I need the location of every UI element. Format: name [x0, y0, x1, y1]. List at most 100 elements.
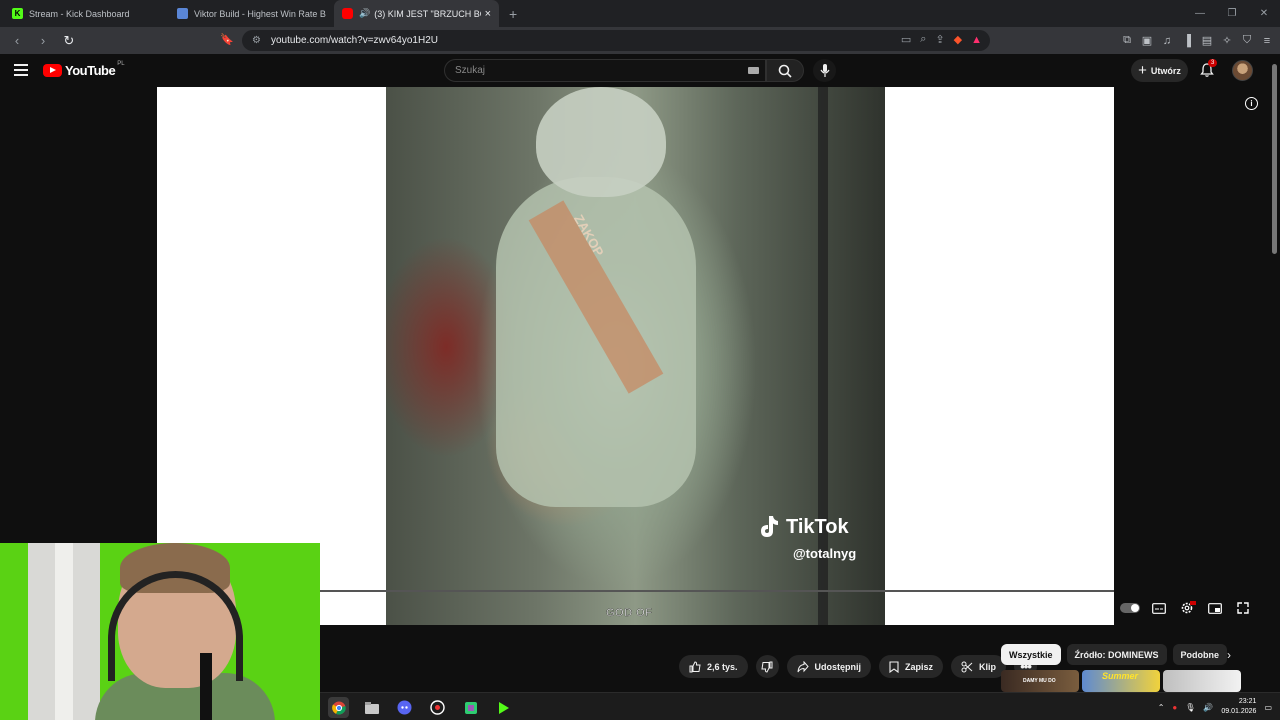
keyboard-icon[interactable] [748, 67, 759, 74]
back-icon[interactable]: ‹ [6, 30, 28, 52]
menu-icon[interactable]: ≡ [1260, 34, 1274, 48]
tiktok-handle: @totalnyg [793, 546, 857, 561]
site-icon [177, 8, 188, 19]
tab-viktor-build[interactable]: Viktor Build - Highest Win Rate Build [169, 0, 334, 27]
settings-gear-icon[interactable] [1178, 600, 1196, 616]
tray-chevron-icon[interactable]: ⌃ [1158, 703, 1165, 712]
maximize-icon[interactable]: ❐ [1216, 0, 1248, 27]
search-icon [778, 64, 792, 78]
fullscreen-icon[interactable] [1234, 600, 1252, 616]
related-thumbnails: DAMY MU DO Summer [1001, 670, 1245, 692]
cast-icon[interactable]: ▭ [901, 33, 911, 46]
scissors-icon [961, 661, 973, 672]
info-icon[interactable]: i [1245, 97, 1258, 110]
forward-icon[interactable]: › [32, 30, 54, 52]
tab-kick-dashboard[interactable]: K Stream - Kick Dashboard [4, 0, 169, 27]
like-button[interactable]: 2,6 tys. [679, 655, 748, 678]
wallet-icon[interactable]: ▤ [1200, 34, 1214, 48]
tab-title: Viktor Build - Highest Win Rate Build [194, 8, 326, 19]
thumbnail-text: Summer [1102, 671, 1139, 681]
taskbar-apps [328, 697, 514, 718]
chip-related[interactable]: Podobne [1172, 644, 1228, 665]
tab-youtube-video[interactable]: 🔊 (3) KIM JEST "BRZUCH BOLI × [334, 0, 499, 27]
bookmark-icon[interactable]: 🔖 [220, 33, 234, 46]
close-tab-icon[interactable]: × [485, 8, 491, 20]
kick-app-icon[interactable] [493, 697, 514, 718]
progress-bar[interactable] [320, 590, 1114, 592]
notification-badge: 3 [1208, 59, 1218, 67]
save-label: Zapisz [905, 661, 934, 672]
extension-icon[interactable]: ⧉ [1120, 34, 1134, 48]
search-button[interactable] [766, 59, 804, 82]
thumbnail-text: DAMY MU DO [1023, 678, 1056, 684]
share-icon[interactable]: ⇪ [935, 33, 944, 46]
tray-app-icon[interactable]: ● [1172, 703, 1177, 712]
subtitles-icon[interactable] [1150, 600, 1168, 616]
speaker-icon[interactable]: 🔊 [359, 8, 370, 19]
clock[interactable]: 23:21 09.01.2026 [1221, 697, 1256, 717]
autoplay-toggle[interactable] [1120, 603, 1140, 613]
tiktok-watermark: TikTok [756, 514, 849, 540]
plus-icon: + [1138, 62, 1147, 79]
scrollbar-thumb[interactable] [1272, 64, 1277, 254]
ai-icon[interactable]: ✧ [1220, 34, 1234, 48]
music-icon[interactable]: ♫ [1160, 34, 1174, 48]
file-explorer-icon[interactable] [361, 697, 382, 718]
guide-menu-icon[interactable] [14, 64, 28, 76]
chip-source[interactable]: Źródło: DOMINEWS [1066, 644, 1167, 665]
tab-title: Stream - Kick Dashboard [29, 8, 130, 19]
reload-icon[interactable]: ↻ [58, 30, 80, 52]
discord-icon[interactable] [394, 697, 415, 718]
thumbs-up-icon [689, 660, 701, 672]
related-video-thumbnail[interactable]: DAMY MU DO [1001, 670, 1079, 692]
chip-all[interactable]: Wszystkie [1001, 644, 1061, 665]
miniplayer-icon[interactable] [1206, 600, 1224, 616]
clock-date: 09.01.2026 [1221, 708, 1257, 715]
rewards-icon[interactable]: ▲ [971, 34, 982, 46]
notifications-button[interactable]: 3 [1199, 59, 1218, 80]
notification-center-icon[interactable]: ▭ [1264, 703, 1272, 712]
new-tab-button[interactable]: + [509, 0, 517, 27]
clip-label: Klip [979, 661, 997, 672]
background-doorframe [55, 543, 73, 720]
obs-icon[interactable] [427, 697, 448, 718]
mascot-head [536, 87, 666, 197]
pole [818, 87, 828, 625]
screenshot-icon[interactable]: ▣ [1140, 34, 1154, 48]
voice-search-button[interactable] [813, 59, 836, 82]
vpn-icon[interactable]: ⛉ [1240, 34, 1254, 48]
brave-shield-icon[interactable]: ◆ [954, 33, 962, 46]
url-text: youtube.com/watch?v=zwv64yo1H2U [270, 35, 438, 46]
dislike-button[interactable] [755, 655, 779, 678]
close-window-icon[interactable]: ✕ [1248, 0, 1280, 27]
microphone-icon [820, 63, 829, 77]
youtube-logo[interactable]: YouTube PL [43, 61, 125, 78]
search-input[interactable]: Szukaj [444, 59, 766, 82]
app-icon[interactable] [460, 697, 481, 718]
related-video-thumbnail[interactable]: Summer [1082, 670, 1160, 692]
clip-button[interactable]: Klip [951, 655, 1007, 678]
clock-time: 23:21 [1238, 698, 1257, 705]
avatar[interactable] [1232, 60, 1253, 81]
minimize-icon[interactable]: — [1184, 0, 1216, 27]
volume-icon[interactable]: 🔊 [1203, 703, 1213, 712]
site-info-icon[interactable]: ⚙ [252, 35, 261, 46]
address-bar[interactable]: 🔖 ⚙ youtube.com/watch?v=zwv64yo1H2U ▭ ⌕ … [220, 30, 990, 51]
video-actions: 2,6 tys. Udostępnij Zapisz Klip ••• [679, 655, 1038, 678]
video-frame[interactable]: ZAKOP TikTok @totalnyg GOD OF [386, 87, 885, 625]
save-button[interactable]: Zapisz [879, 655, 944, 678]
chevron-right-icon[interactable]: › [1220, 647, 1238, 663]
kick-icon: K [12, 8, 23, 19]
sidebar-icon[interactable]: ▐ [1180, 34, 1194, 48]
tray-mic-icon[interactable]: 🎙 [1185, 703, 1195, 712]
browser-toolbar: ‹ › ↻ 🔖 ⚙ youtube.com/watch?v=zwv64yo1H2… [0, 27, 1280, 54]
create-label: Utwórz [1150, 65, 1181, 76]
related-video-thumbnail[interactable] [1163, 670, 1241, 692]
share-button[interactable]: Udostępnij [786, 655, 872, 678]
create-button[interactable]: + Utwórz [1131, 59, 1188, 82]
chrome-icon[interactable] [328, 697, 349, 718]
like-count: 2,6 tys. [707, 661, 738, 672]
zoom-icon[interactable]: ⌕ [920, 33, 926, 46]
player-controls [1120, 600, 1252, 616]
extensions-area: ⧉ ▣ ♫ ▐ ▤ ✧ ⛉ ≡ [1120, 27, 1274, 54]
